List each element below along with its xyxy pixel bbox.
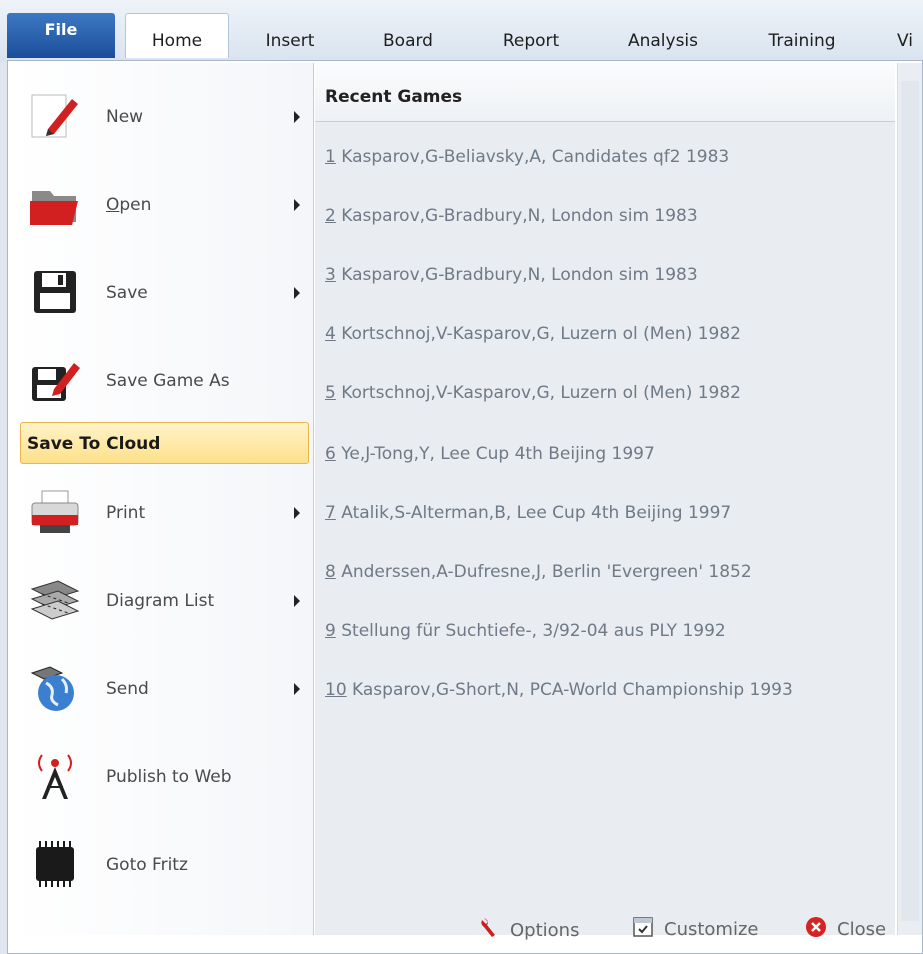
tab-report[interactable]: Report (486, 13, 576, 58)
menu-item-label: Print (106, 503, 146, 523)
recent-games-header: Recent Games (315, 63, 895, 122)
game-number: 5 (325, 383, 336, 403)
globe-icon (28, 661, 82, 715)
game-title: Kasparov,G-Bradbury,N, London sim 1983 (335, 206, 698, 226)
ribbon-bar: File Home Insert Board Report Analysis T… (0, 0, 923, 62)
menu-item-label: Diagram List (106, 591, 215, 611)
recent-game-item[interactable]: 5 Kortschnoj,V-Kasparov,G, Luzern ol (Me… (325, 383, 741, 403)
recent-game-item[interactable]: 8 Anderssen,A-Dufresne,J, Berlin 'Evergr… (325, 562, 752, 582)
close-icon (805, 916, 827, 943)
chessboards-icon (28, 573, 82, 627)
file-tab[interactable]: File (7, 13, 115, 58)
game-title: Atalik,S-Alterman,B, Lee Cup 4th Beijing… (335, 503, 732, 523)
accelerator-letter: O (106, 195, 120, 215)
game-title: Stellung für Suchtiefe-, 3/92-04 aus PLY… (335, 621, 726, 641)
tab-training[interactable]: Training (752, 13, 852, 58)
menu-item-label: Open (106, 195, 152, 215)
file-menu: New Open Save Save Game As Save To Cloud… (7, 60, 923, 954)
menu-item-publish-to-web[interactable]: Publish to Web (10, 731, 313, 817)
menu-item-diagram-list[interactable]: Diagram List (10, 555, 313, 641)
floppy-pencil-icon (28, 353, 82, 407)
tab-home[interactable]: Home (125, 13, 229, 58)
recent-game-item[interactable]: 4 Kortschnoj,V-Kasparov,G, Luzern ol (Me… (325, 324, 741, 344)
customize-button[interactable]: Customize (632, 916, 758, 943)
options-label: Options (510, 920, 580, 941)
menu-item-label: New (106, 107, 144, 127)
menu-item-open[interactable]: Open (10, 159, 313, 245)
menu-item-print[interactable]: Print (10, 467, 313, 553)
options-button[interactable]: Options (478, 916, 579, 945)
submenu-arrow-icon (294, 507, 300, 519)
menu-item-label: Save (106, 283, 148, 303)
recent-game-item[interactable]: 6 Ye,J-Tong,Y, Lee Cup 4th Beijing 1997 (325, 444, 655, 464)
game-title: Kasparov,G-Beliavsky,A, Candidates qf2 1… (335, 147, 730, 167)
game-number: 8 (325, 562, 336, 582)
game-title: Kasparov,G-Bradbury,N, London sim 1983 (335, 265, 698, 285)
menu-item-label: Goto Fritz (106, 855, 188, 875)
recent-game-item[interactable]: 2 Kasparov,G-Bradbury,N, London sim 1983 (325, 206, 698, 226)
game-number: 4 (325, 324, 336, 344)
game-title: Anderssen,A-Dufresne,J, Berlin 'Evergree… (335, 562, 752, 582)
close-label: Close (837, 919, 887, 940)
chip-icon (28, 837, 82, 891)
game-number: 3 (325, 265, 336, 285)
recent-game-item[interactable]: 10 Kasparov,G-Short,N, PCA-World Champio… (325, 680, 793, 700)
recent-game-item[interactable]: 9 Stellung für Suchtiefe-, 3/92-04 aus P… (325, 621, 726, 641)
customize-label: Customize (664, 919, 759, 940)
recent-games-title: Recent Games (325, 87, 463, 107)
tab-board[interactable]: Board (368, 13, 448, 58)
customize-icon (632, 916, 654, 943)
menu-item-save[interactable]: Save (10, 247, 313, 333)
game-number: 10 (325, 680, 347, 700)
game-title: Kortschnoj,V-Kasparov,G, Luzern ol (Men)… (335, 324, 741, 344)
menu-item-label: Publish to Web (106, 767, 232, 787)
menu-item-save-to-cloud[interactable]: Save To Cloud (20, 422, 309, 464)
pencil-icon (28, 89, 82, 143)
game-title: Kasparov,G-Short,N, PCA-World Championsh… (346, 680, 793, 700)
folder-icon (28, 177, 82, 231)
menu-item-send[interactable]: Send (10, 643, 313, 729)
submenu-arrow-icon (294, 199, 300, 211)
wrench-icon (478, 916, 500, 945)
menu-item-label: Send (106, 679, 149, 699)
game-title: Kortschnoj,V-Kasparov,G, Luzern ol (Men)… (335, 383, 741, 403)
floppy-disk-icon (28, 265, 82, 319)
scrollbar[interactable] (897, 63, 922, 935)
recent-games-panel: Recent Games 1 Kasparov,G-Beliavsky,A, C… (315, 63, 895, 935)
close-button[interactable]: Close (805, 916, 886, 943)
game-number: 6 (325, 444, 336, 464)
submenu-arrow-icon (294, 111, 300, 123)
tab-insert[interactable]: Insert (250, 13, 330, 58)
game-number: 2 (325, 206, 336, 226)
menu-item-label: Save Game As (106, 371, 230, 391)
scrollbar-thumb[interactable] (901, 81, 919, 921)
submenu-arrow-icon (294, 287, 300, 299)
recent-game-item[interactable]: 1 Kasparov,G-Beliavsky,A, Candidates qf2… (325, 147, 729, 167)
tab-view[interactable]: Vi (897, 13, 923, 58)
menu-item-goto-fritz[interactable]: Goto Fritz (10, 819, 313, 905)
menu-item-new[interactable]: New (10, 71, 313, 157)
submenu-arrow-icon (294, 595, 300, 607)
broadcast-tower-icon (28, 749, 82, 803)
menu-commands: New Open Save Save Game As Save To Cloud… (10, 63, 314, 935)
printer-icon (28, 485, 82, 539)
menu-item-label: Save To Cloud (27, 434, 161, 454)
game-number: 1 (325, 147, 336, 167)
game-title: Ye,J-Tong,Y, Lee Cup 4th Beijing 1997 (335, 444, 655, 464)
recent-game-item[interactable]: 3 Kasparov,G-Bradbury,N, London sim 1983 (325, 265, 698, 285)
recent-game-item[interactable]: 7 Atalik,S-Alterman,B, Lee Cup 4th Beiji… (325, 503, 731, 523)
menu-item-save-game-as[interactable]: Save Game As (10, 335, 313, 421)
submenu-arrow-icon (294, 683, 300, 695)
tab-analysis[interactable]: Analysis (612, 13, 714, 58)
game-number: 9 (325, 621, 336, 641)
game-number: 7 (325, 503, 336, 523)
